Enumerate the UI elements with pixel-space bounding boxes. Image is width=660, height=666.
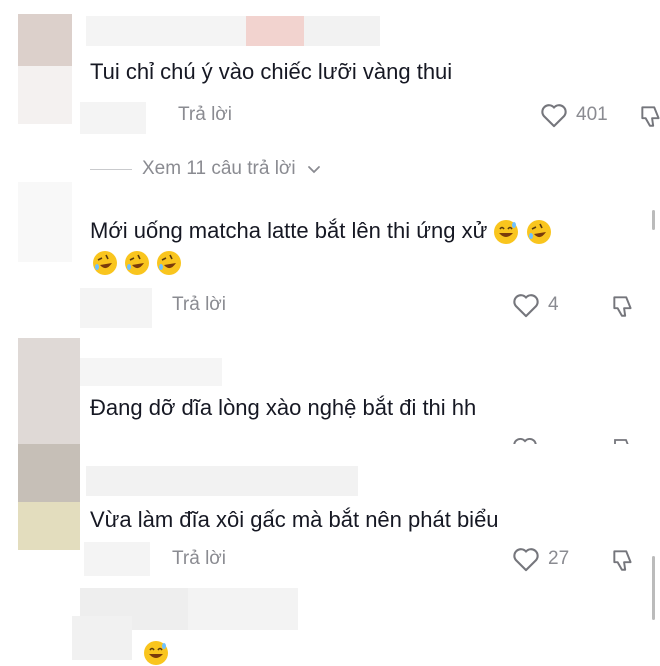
divider: [90, 168, 132, 170]
heart-outline-icon: [513, 294, 539, 318]
like-count: 27: [548, 548, 570, 569]
username-blur: [188, 588, 298, 630]
rolling-laughing-emoji: [125, 251, 149, 275]
comment-text: Tui chỉ chú ý vào chiếc lưỡi vàng thui: [90, 59, 453, 84]
thumbs-down-icon[interactable]: [610, 293, 636, 319]
like-count: 401: [576, 104, 608, 125]
emoji-row: [92, 250, 182, 276]
view-replies-label: Xem 11 câu trả lời: [142, 158, 296, 179]
username-blur[interactable]: [80, 358, 222, 386]
chevron-down-icon: [307, 166, 320, 174]
username-blur[interactable]: [86, 466, 358, 496]
rolling-laughing-emoji: [157, 251, 181, 275]
scrollbar[interactable]: [652, 556, 655, 620]
username-blur[interactable]: [86, 16, 246, 46]
rolling-laughing-emoji: [93, 251, 117, 275]
thumbs-down-icon[interactable]: [638, 103, 660, 129]
avatar[interactable]: [18, 338, 80, 444]
avatar[interactable]: [18, 444, 80, 502]
rolling-laughing-emoji: [526, 220, 551, 245]
username-blur: [304, 16, 380, 46]
username-blur: [246, 16, 304, 46]
heart-outline-icon: [512, 436, 538, 444]
like-button[interactable]: 27: [512, 546, 569, 572]
reply-button[interactable]: Trả lời: [172, 294, 226, 316]
comment-text-body: Mới uống matcha latte bắt lên thi ứng xử: [90, 218, 488, 243]
heart-outline-icon: [541, 104, 567, 128]
grinning-sweat-emoji: [144, 641, 168, 665]
heart-outline-icon: [513, 548, 539, 572]
timestamp-blur: [84, 542, 150, 576]
reply-button[interactable]: Trả lời: [172, 548, 226, 570]
avatar-blur: [18, 66, 72, 124]
view-replies-button[interactable]: Xem 11 câu trả lời: [90, 158, 322, 180]
comment-text: Vừa làm đĩa xôi gấc mà bắt nên phát biểu: [90, 507, 499, 532]
thumbs-down-icon: [610, 436, 636, 444]
comment-text: Đang dỡ dĩa lòng xào nghệ bắt đi thi hh: [90, 395, 477, 420]
thumbs-down-icon[interactable]: [610, 547, 636, 573]
like-count: 4: [548, 294, 559, 315]
timestamp-blur: [80, 102, 146, 134]
reply-button[interactable]: Trả lời: [178, 104, 232, 126]
avatar-blur: [18, 502, 80, 550]
timestamp-blur: [80, 288, 152, 328]
avatar-blur: [72, 616, 132, 660]
avatar-blur: [18, 182, 72, 262]
comment-text: Mới uống matcha latte bắt lên thi ứng xử: [90, 216, 552, 246]
grinning-sweat-emoji: [494, 220, 519, 245]
scrollbar[interactable]: [652, 210, 655, 230]
like-button[interactable]: 401: [540, 102, 608, 128]
avatar[interactable]: [18, 14, 72, 66]
like-button[interactable]: 4: [512, 292, 559, 318]
